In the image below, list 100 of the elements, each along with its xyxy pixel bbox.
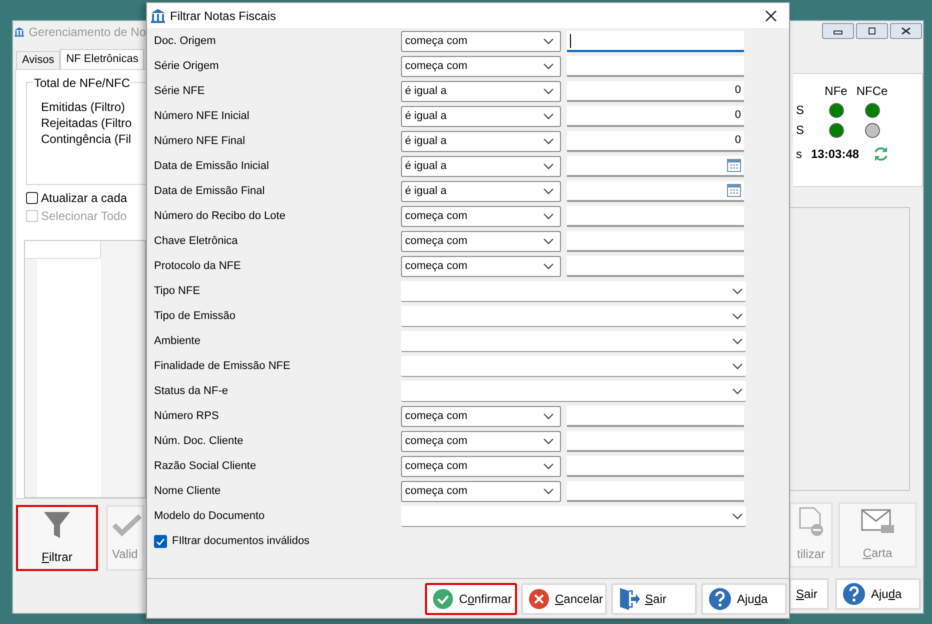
chevron-icon — [732, 312, 743, 320]
select-dropdown[interactable] — [401, 381, 746, 402]
footer-button[interactable]: Sair — [789, 578, 829, 610]
footer-button[interactable]: Ajuda — [835, 578, 921, 610]
document-icon — [797, 507, 825, 537]
operator-value: começa com — [405, 209, 468, 224]
operator-value: começa com — [405, 434, 468, 450]
select-dropdown[interactable] — [401, 506, 746, 527]
footer-button[interactable]: Sair — [611, 582, 697, 614]
field-label: Número do Recibo do Lote — [154, 209, 286, 224]
close-icon — [765, 10, 777, 22]
envelope-icon — [860, 508, 894, 536]
operator-dropdown[interactable]: começa com — [401, 256, 561, 277]
footer-button[interactable]: Ajuda — [701, 582, 787, 614]
time-label: s — [796, 146, 803, 163]
field-value: 0 — [734, 83, 741, 98]
date-field[interactable] — [567, 181, 744, 202]
checkbox-label: FIltrar documentos inválidos — [172, 534, 310, 550]
operator-dropdown[interactable]: começa com — [401, 206, 561, 227]
checkbox[interactable] — [154, 535, 167, 548]
input-field[interactable] — [567, 231, 744, 252]
total-label: Contingência (Fil — [41, 131, 132, 147]
building-icon — [150, 8, 166, 24]
field-label: Série Origem — [154, 59, 220, 74]
operator-value: é igual a — [405, 84, 447, 100]
chevron-icon — [543, 463, 554, 470]
date-field[interactable] — [567, 156, 744, 177]
footer-button[interactable]: Confirmar — [425, 582, 517, 614]
input-field[interactable] — [567, 256, 744, 277]
close-button[interactable] — [890, 23, 922, 39]
field-label: Série NFE — [154, 84, 206, 100]
footer-button[interactable]: Cancelar — [521, 582, 607, 614]
input-field[interactable] — [567, 206, 744, 227]
chevron-icon — [732, 388, 743, 394]
operator-dropdown[interactable]: começa com — [401, 456, 561, 477]
maximize-icon — [867, 27, 877, 35]
operator-value: começa com — [405, 459, 468, 474]
funnel-icon — [42, 510, 72, 540]
select-dropdown[interactable] — [401, 331, 746, 352]
select-dropdown[interactable] — [401, 281, 746, 302]
field-label: Tipo de Emissão — [154, 309, 237, 324]
field-label: Protocolo da NFE — [154, 259, 242, 274]
field-value: 0 — [734, 133, 741, 148]
field-label: Doc. Origem — [154, 34, 217, 50]
select-dropdown[interactable] — [401, 356, 746, 377]
field-label: Tipo NFE — [154, 284, 202, 300]
input-field[interactable] — [567, 481, 744, 502]
input-field[interactable] — [567, 406, 744, 427]
select-dropdown[interactable] — [401, 306, 746, 327]
tab[interactable]: NF Eletrônicas — [60, 49, 144, 69]
input-field[interactable]: 0 — [567, 106, 744, 127]
minimize-button[interactable] — [822, 23, 854, 39]
maximize-button[interactable] — [856, 23, 888, 39]
field-label: Nome Cliente — [154, 484, 222, 500]
chevron-icon — [543, 163, 554, 170]
checkbox-label: Atualizar a cada — [41, 190, 128, 207]
operator-dropdown[interactable]: é igual a — [401, 81, 561, 102]
checkbox-label: Selecionar Todo — [41, 208, 127, 225]
input-field[interactable] — [567, 31, 744, 52]
chevron-icon — [543, 238, 554, 245]
field-label: Número RPS — [154, 409, 220, 424]
input-field[interactable] — [567, 456, 744, 477]
close-icon — [901, 27, 911, 35]
operator-dropdown[interactable]: é igual a — [401, 181, 561, 202]
operator-value: começa com — [405, 59, 468, 74]
operator-value: começa com — [405, 234, 468, 250]
input-field[interactable]: 0 — [567, 81, 744, 102]
operator-dropdown[interactable]: é igual a — [401, 156, 561, 177]
chevron-icon — [543, 413, 554, 420]
operator-dropdown[interactable]: começa com — [401, 481, 561, 502]
operator-dropdown[interactable]: começa com — [401, 56, 561, 77]
calendar-icon — [727, 159, 741, 172]
chevron-icon — [543, 38, 554, 45]
chevron-icon — [543, 438, 554, 445]
field-label: Data de Emissão Final — [154, 184, 266, 200]
operator-dropdown[interactable]: começa com — [401, 431, 561, 452]
operator-dropdown[interactable]: começa com — [401, 406, 561, 427]
text-caret — [570, 34, 571, 48]
operator-dropdown[interactable]: começa com — [401, 231, 561, 252]
field-label: Núm. Doc. Cliente — [154, 434, 244, 450]
checkmark-icon — [156, 538, 165, 546]
tab[interactable]: Avisos — [16, 51, 60, 69]
operator-dropdown[interactable]: começa com — [401, 31, 561, 52]
calendar-icon — [727, 184, 741, 197]
input-field[interactable]: 0 — [567, 131, 744, 152]
chevron-icon — [732, 512, 743, 520]
toolbar-button[interactable]: Filtrar — [16, 505, 98, 571]
input-field[interactable] — [567, 56, 744, 77]
operator-value: começa com — [405, 34, 468, 50]
operator-dropdown[interactable]: é igual a — [401, 106, 561, 127]
chevron-icon — [543, 138, 554, 145]
input-field[interactable] — [567, 431, 744, 452]
chevron-icon — [543, 188, 554, 195]
window-title: Gerenciamento de No — [28, 24, 146, 41]
checkbox[interactable] — [26, 192, 38, 204]
chevron-icon — [543, 263, 554, 270]
operator-value: é igual a — [405, 134, 447, 150]
operator-dropdown[interactable]: é igual a — [401, 131, 561, 152]
chevron-icon — [732, 362, 743, 370]
refresh-icon[interactable] — [873, 146, 889, 162]
